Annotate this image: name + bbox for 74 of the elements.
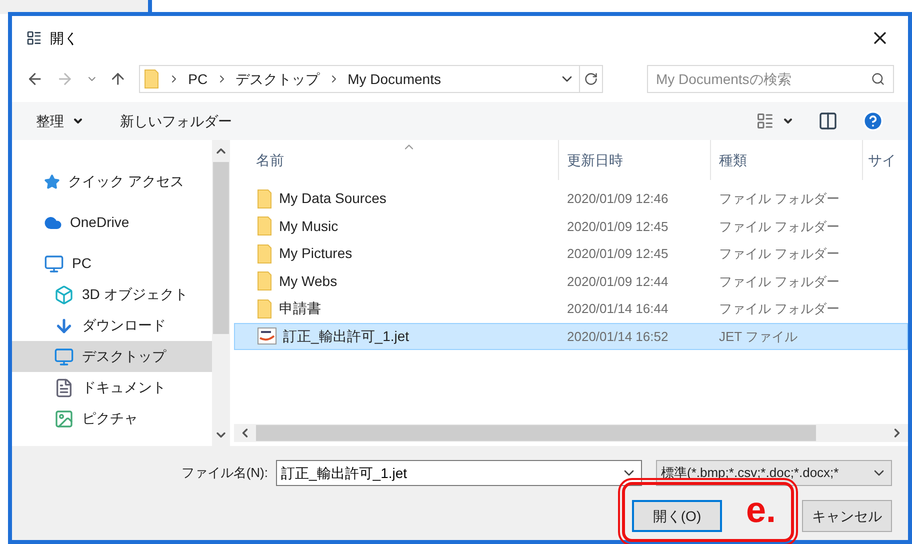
column-header[interactable]: 更新日時 <box>558 140 710 180</box>
modified-date: 2020/01/14 16:52 <box>566 328 670 346</box>
scroll-thumb[interactable] <box>256 425 816 441</box>
monitor-icon <box>44 254 64 274</box>
file-name: My Webs <box>279 272 338 291</box>
file-name: My Music <box>279 216 338 236</box>
column-header[interactable]: 種類 <box>710 140 862 180</box>
scroll-thumb[interactable] <box>213 162 229 334</box>
file-type: ファイル フォルダー <box>718 190 841 208</box>
breadcrumb[interactable]: デスクトップ <box>236 68 320 90</box>
scrollbar[interactable] <box>212 140 230 446</box>
nav-item[interactable]: ダウンロード <box>12 310 212 341</box>
nav-item[interactable]: ピクチャ <box>12 403 212 434</box>
file-row[interactable]: 訂正_輸出許可_1.jet 2020/01/14 16:52 JET ファイル <box>234 322 908 350</box>
search-input[interactable]: My Documentsの検索 <box>656 68 871 90</box>
preview-pane-icon[interactable] <box>818 111 838 131</box>
open-button[interactable]: 開く(O) <box>632 500 722 532</box>
folder-icon <box>257 271 273 292</box>
file-row[interactable]: 申請書 2020/01/14 16:44 ファイル フォルダー <box>234 295 908 322</box>
star-icon <box>44 174 60 190</box>
file-type: JET ファイル <box>718 328 798 346</box>
picture-icon <box>54 408 74 428</box>
file-row[interactable]: My Music 2020/01/09 12:45 ファイル フォルダー <box>234 212 908 240</box>
file-name-label: ファイル名(N): <box>181 464 268 482</box>
nav-item[interactable]: ドキュメント <box>12 372 212 403</box>
refresh-icon[interactable] <box>584 72 598 86</box>
modified-date: 2020/01/09 12:45 <box>566 218 670 236</box>
help-icon[interactable] <box>862 110 884 132</box>
nav-item[interactable]: PC <box>12 248 212 279</box>
search-field[interactable]: My Documentsの検索 <box>646 65 894 93</box>
file-name: My Data Sources <box>279 189 386 208</box>
file-row[interactable]: My Data Sources 2020/01/09 12:46 ファイル フォルダー <box>234 185 908 212</box>
nav-item[interactable]: OneDrive <box>12 207 212 238</box>
file-type: ファイル フォルダー <box>718 272 841 290</box>
folder-icon <box>144 69 160 89</box>
modified-date: 2020/01/09 12:44 <box>566 272 670 290</box>
file-name: 訂正_輸出許可_1.jet <box>283 326 410 346</box>
nav-item[interactable]: デスクトップ <box>12 341 212 372</box>
folder-icon <box>257 216 273 236</box>
horizontal-scrollbar[interactable] <box>234 424 908 442</box>
window-icon <box>26 30 42 46</box>
file-icon <box>257 327 277 346</box>
folder-icon <box>257 298 273 319</box>
desktop-icon <box>54 346 74 366</box>
modified-date: 2020/01/09 12:46 <box>566 190 670 208</box>
window-title: 開く <box>50 28 78 48</box>
file-type: ファイル フォルダー <box>718 245 841 263</box>
search-icon[interactable] <box>870 72 885 86</box>
nav-item[interactable]: 3D オブジェクト <box>12 279 212 310</box>
breadcrumb[interactable]: PC <box>188 68 208 90</box>
document-icon <box>54 378 74 398</box>
file-type: ファイル フォルダー <box>718 300 841 318</box>
file-name: My Pictures <box>279 244 352 264</box>
address-bar[interactable]: PC デスクトップ My Documents <box>139 65 604 93</box>
folder-icon <box>257 188 273 209</box>
file-type: ファイル フォルダー <box>718 218 841 236</box>
file-row[interactable]: My Pictures 2020/01/09 12:45 ファイル フォルダー <box>234 240 908 268</box>
column-header[interactable]: 名前 <box>234 140 558 180</box>
nav-item[interactable]: クイック アクセス <box>12 166 212 197</box>
modified-date: 2020/01/14 16:44 <box>566 300 670 318</box>
breadcrumb[interactable]: My Documents <box>348 68 441 90</box>
cancel-button[interactable]: キャンセル <box>802 500 892 532</box>
organize-button[interactable]: 整理 <box>36 110 84 132</box>
cube-icon <box>54 284 74 304</box>
file-name-field[interactable]: 訂正_輸出許可_1.jet <box>276 460 642 486</box>
column-header[interactable]: サイ <box>862 140 896 180</box>
new-folder-button[interactable]: 新しいフォルダー <box>120 110 232 132</box>
file-name-input[interactable]: 訂正_輸出許可_1.jet <box>281 462 621 484</box>
file-name: 申請書 <box>279 299 321 318</box>
modified-date: 2020/01/09 12:45 <box>566 245 670 263</box>
view-icon[interactable] <box>756 112 774 130</box>
annotation-label: e. <box>746 490 776 530</box>
folder-icon <box>257 244 273 264</box>
file-row[interactable]: My Webs 2020/01/09 12:44 ファイル フォルダー <box>234 268 908 295</box>
